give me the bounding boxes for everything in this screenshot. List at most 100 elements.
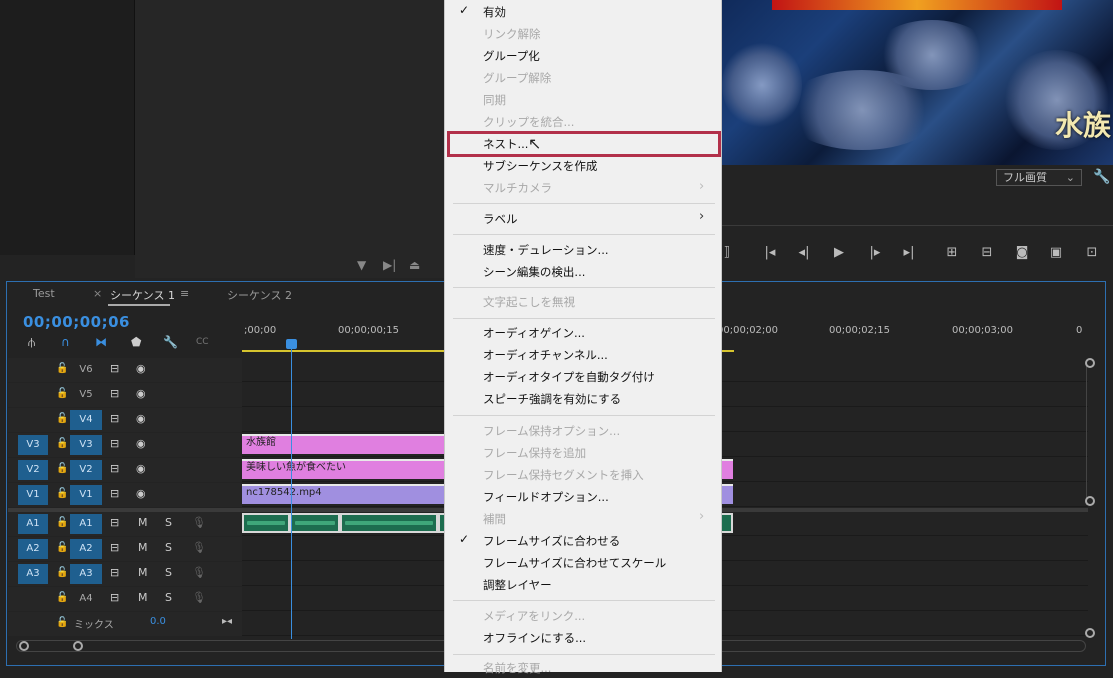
play-icon[interactable]: ▶ — [830, 245, 848, 260]
solo-button[interactable]: S — [165, 541, 172, 554]
eye-icon[interactable]: ◉ — [136, 437, 146, 450]
step-forward-icon[interactable]: |▸ — [866, 245, 884, 260]
source-patch-v3[interactable]: V3 — [18, 435, 48, 455]
sync-lock-icon[interactable]: ⊟ — [110, 487, 119, 500]
filter-icon[interactable]: ▼ — [357, 258, 366, 272]
menu-item-audio-gain[interactable]: オーディオゲイン... — [483, 323, 585, 343]
lock-icon[interactable]: 🔓 — [56, 517, 68, 528]
lock-icon[interactable]: 🔓 — [56, 463, 68, 474]
extract-icon[interactable]: ⊟ — [978, 245, 996, 260]
lock-icon[interactable]: 🔓 — [56, 488, 68, 499]
source-patch-a1[interactable]: A1 — [18, 514, 48, 534]
lock-icon[interactable]: 🔓 — [56, 388, 68, 399]
sync-lock-icon[interactable]: ⊟ — [110, 541, 119, 554]
menu-item-frame-hold-options[interactable]: フレーム保持オプション... — [483, 421, 620, 441]
menu-item-make-offline[interactable]: オフラインにする... — [483, 628, 586, 648]
solo-button[interactable]: S — [165, 591, 172, 604]
lock-icon[interactable]: 🔓 — [56, 592, 68, 603]
track-name[interactable]: V4 — [70, 410, 102, 430]
settings-wrench-icon[interactable]: 🔧 — [1093, 169, 1110, 185]
source-patch-a2[interactable]: A2 — [18, 539, 48, 559]
menu-item-adjustment-layer[interactable]: 調整レイヤー — [483, 575, 552, 595]
microphone-icon[interactable]: 🎙 — [192, 566, 206, 579]
lock-icon[interactable]: 🔓 — [56, 567, 68, 578]
clip-v1[interactable]: nc178542.mp4 — [242, 484, 444, 504]
menu-item-multicamera[interactable]: マルチカメラ — [483, 178, 552, 198]
track-name[interactable]: V3 — [70, 435, 102, 455]
playhead-handle[interactable] — [286, 339, 297, 349]
sync-lock-icon[interactable]: ⊟ — [110, 387, 119, 400]
menu-item-group[interactable]: グループ化 — [483, 46, 540, 66]
source-patch-v2[interactable]: V2 — [18, 460, 48, 480]
menu-item-ignore-transcript[interactable]: 文字起こしを無視 — [483, 292, 575, 312]
audio-clip[interactable] — [290, 513, 340, 533]
sync-lock-icon[interactable]: ⊟ — [110, 566, 119, 579]
lock-icon[interactable]: 🔓 — [56, 363, 68, 374]
captions-icon[interactable]: CC — [196, 337, 209, 347]
microphone-icon[interactable]: 🎙 — [192, 516, 206, 529]
eye-icon[interactable]: ◉ — [136, 387, 146, 400]
audio-clip[interactable] — [340, 513, 438, 533]
mute-button[interactable]: M — [138, 591, 148, 604]
sync-lock-icon[interactable]: ⊟ — [110, 516, 119, 529]
menu-item-speed-duration[interactable]: 速度・デュレーション... — [483, 240, 609, 260]
snap-magnet-icon[interactable]: ∩ — [61, 335, 70, 349]
timeline-settings-wrench-icon[interactable]: 🔧 — [163, 335, 178, 349]
tab-sequence-2[interactable]: シーケンス 2 — [227, 287, 292, 303]
clip-v1-tail[interactable] — [722, 484, 733, 504]
solo-button[interactable]: S — [165, 516, 172, 529]
insert-icon[interactable]: ▶| — [383, 258, 396, 272]
zoom-knob-left[interactable] — [19, 641, 29, 651]
track-name[interactable]: V2 — [70, 460, 102, 480]
menu-item-sync[interactable]: 同期 — [483, 90, 506, 110]
menu-item-ungroup[interactable]: グループ解除 — [483, 68, 551, 88]
source-patch-a3[interactable]: A3 — [18, 564, 48, 584]
menu-item-label[interactable]: ラベル — [483, 209, 518, 229]
eye-icon[interactable]: ◉ — [136, 462, 146, 475]
playback-quality-select[interactable]: フル画質 ⌄ — [996, 169, 1082, 186]
camera-icon[interactable]: ◙ — [1013, 245, 1031, 260]
eye-icon[interactable]: ◉ — [136, 362, 146, 375]
scroll-knob[interactable] — [1085, 496, 1095, 506]
nest-toggle-icon[interactable]: ⫛ — [28, 335, 35, 350]
menu-item-make-subsequence[interactable]: サブシーケンスを作成 — [483, 156, 597, 176]
lock-icon[interactable]: 🔓 — [56, 542, 68, 553]
audio-clip[interactable] — [242, 513, 290, 533]
eye-icon[interactable]: ◉ — [136, 412, 146, 425]
go-to-out-icon[interactable]: ▸| — [900, 245, 918, 260]
sync-lock-icon[interactable]: ⊟ — [110, 437, 119, 450]
mute-button[interactable]: M — [138, 566, 148, 579]
timeline-timecode[interactable]: 00;00;00;06 — [23, 313, 130, 331]
mix-volume-value[interactable]: 0.0 — [150, 616, 166, 627]
menu-item-unlink[interactable]: リンク解除 — [483, 24, 541, 44]
clip-v3[interactable]: 水族館 — [242, 434, 444, 454]
lift-icon[interactable]: ⊞ — [943, 245, 961, 260]
track-name[interactable]: A2 — [70, 539, 102, 559]
lock-icon[interactable]: 🔓 — [56, 413, 68, 424]
track-name[interactable]: A1 — [70, 514, 102, 534]
menu-item-insert-frame-hold-segment[interactable]: フレーム保持セグメントを挿入 — [483, 465, 644, 485]
scroll-knob[interactable] — [1085, 358, 1095, 368]
vertical-scrollbar[interactable] — [1086, 360, 1094, 505]
mute-button[interactable]: M — [138, 541, 148, 554]
sync-lock-icon[interactable]: ⊟ — [110, 591, 119, 604]
go-to-end-icon[interactable]: ▸◂ — [222, 616, 232, 627]
microphone-icon[interactable]: 🎙 — [192, 591, 206, 604]
menu-item-link-media[interactable]: メディアをリンク... — [483, 606, 585, 626]
track-name[interactable]: V1 — [70, 485, 102, 505]
mute-button[interactable]: M — [138, 516, 148, 529]
tab-sequence-1[interactable]: シーケンス 1 — [110, 287, 175, 303]
tab-test[interactable]: Test — [33, 287, 55, 300]
menu-item-scale-to-frame-size[interactable]: フレームサイズに合わせてスケール — [483, 553, 666, 573]
lock-icon[interactable]: 🔓 — [56, 438, 68, 449]
sync-lock-icon[interactable]: ⊟ — [110, 412, 119, 425]
menu-item-merge-clips[interactable]: クリップを統合... — [483, 112, 574, 132]
source-patch-v1[interactable]: V1 — [18, 485, 48, 505]
menu-item-add-frame-hold[interactable]: フレーム保持を追加 — [483, 443, 586, 463]
menu-item-scene-edit-detection[interactable]: シーン編集の検出... — [483, 262, 585, 282]
sync-lock-icon[interactable]: ⊟ — [110, 462, 119, 475]
program-time-ruler[interactable] — [722, 212, 1113, 226]
menu-item-field-options[interactable]: フィールドオプション... — [483, 487, 609, 507]
go-to-in-icon[interactable]: |◂ — [761, 245, 779, 260]
tab-menu-icon[interactable]: ≡ — [180, 287, 189, 300]
